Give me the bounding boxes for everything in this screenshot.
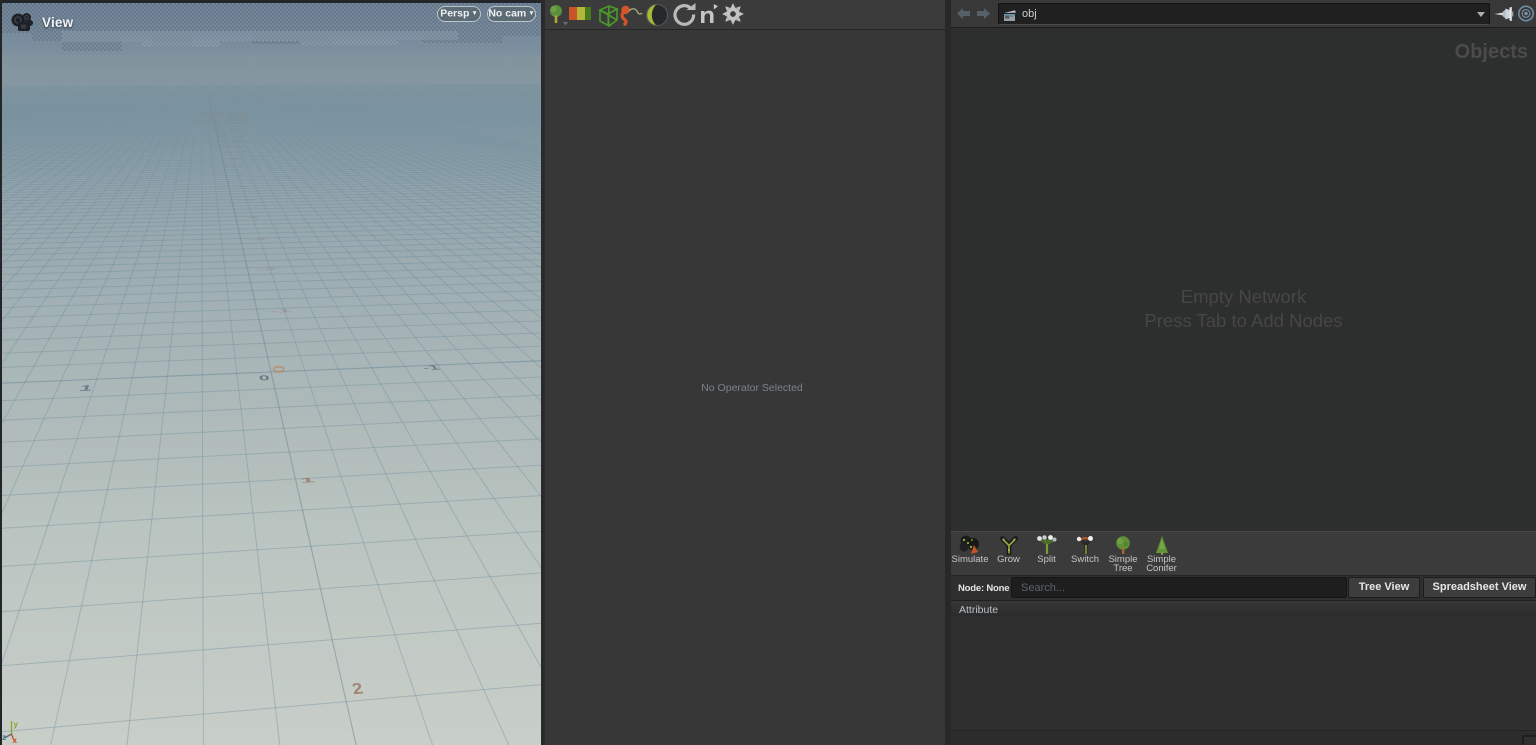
svg-text:-5: -5 [236,199,254,201]
svg-text:1: 1 [78,383,95,393]
svg-text:-2: -2 [256,267,277,271]
svg-text:x: x [13,736,18,745]
svg-text:-1: -1 [269,308,293,313]
svg-text:0: 0 [258,374,270,382]
svg-text:2: 2 [350,679,365,698]
svg-text:y: y [14,720,19,729]
svg-text:z: z [2,733,6,742]
svg-text:-4: -4 [241,216,260,219]
svg-text:-6: -6 [232,186,249,188]
svg-text:1: 1 [299,476,316,484]
svg-text:-3: -3 [248,238,267,241]
